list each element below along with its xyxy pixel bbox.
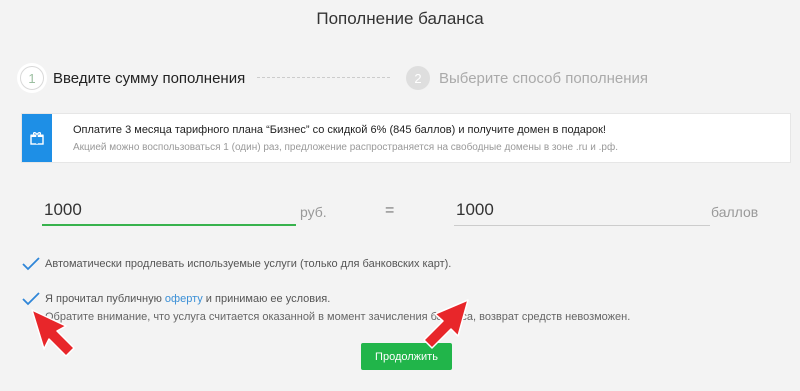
annotation-arrow-icon (423, 299, 469, 349)
amount-points-input[interactable]: 1000 (454, 200, 710, 226)
step-1-label: Введите сумму пополнения (53, 69, 246, 87)
autorenew-label: Автоматически продлевать используемые ус… (45, 258, 452, 270)
rub-unit-label: руб. (300, 204, 327, 220)
gift-icon (30, 132, 44, 145)
page-title: Пополнение баланса (316, 9, 484, 28)
autorenew-checkbox[interactable]: Автоматически продлевать используемые ус… (22, 257, 451, 271)
step-2-number: 2 (406, 66, 430, 90)
offer-label: Я прочитал публичную оферту и принимаю е… (45, 293, 330, 305)
equals-sign: = (385, 202, 395, 219)
step-1-number: 1 (20, 66, 44, 90)
amount-rub-input[interactable]: 1000 (42, 200, 296, 226)
promo-text: Оплатите 3 месяца тарифного плана “Бизне… (73, 124, 606, 136)
offer-label-before: Я прочитал публичную (45, 293, 165, 305)
checkmark-icon (22, 257, 40, 271)
offer-label-after: и принимаю ее условия. (202, 293, 331, 305)
promo-subtext: Акцией можно воспользоваться 1 (один) ра… (73, 142, 618, 153)
annotation-arrow-icon (31, 309, 75, 357)
step-1: 1 Введите сумму пополнения (20, 66, 245, 90)
offer-checkbox[interactable]: Я прочитал публичную оферту и принимаю е… (22, 292, 330, 306)
step-divider (257, 77, 390, 78)
step-2: 2 Выберите способ пополнения (406, 66, 648, 90)
refund-note: Обратите внимание, что услуга считается … (45, 311, 631, 323)
promo-icon-box (22, 114, 52, 162)
offer-link[interactable]: оферту (165, 293, 203, 305)
points-unit-label: баллов (711, 204, 759, 220)
step-2-label: Выберите способ пополнения (439, 69, 648, 87)
checkmark-icon (22, 292, 40, 306)
promo-banner: Оплатите 3 месяца тарифного плана “Бизне… (21, 113, 791, 163)
